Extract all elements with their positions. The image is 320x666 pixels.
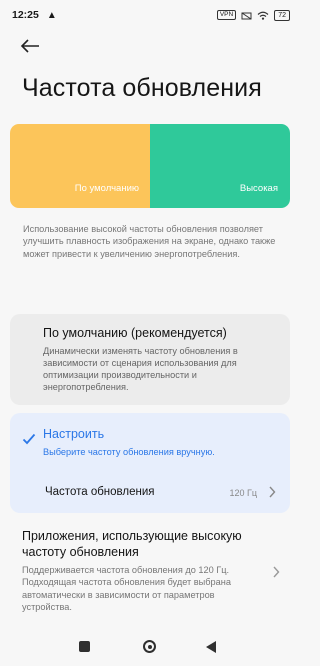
option-custom-subtitle: Выберите частоту обновления вручную. bbox=[43, 447, 215, 457]
chevron-right-icon bbox=[269, 486, 276, 498]
preview-high: Высокая bbox=[150, 124, 290, 208]
preview-high-label: Высокая bbox=[239, 183, 278, 194]
option-default-subtitle: Динамически изменять частоту обновления … bbox=[43, 346, 238, 392]
wifi-icon bbox=[257, 11, 269, 20]
status-bar-right: VPN 72 bbox=[216, 9, 290, 21]
description-text: Использование высокой частоты обновления… bbox=[23, 224, 276, 259]
status-bar: 12:25 ▲ VPN 72 bbox=[0, 0, 300, 30]
refresh-rate-preview: По умолчанию Высокая bbox=[10, 124, 290, 208]
notification-icon: ▲ bbox=[46, 9, 57, 21]
status-bar-left: 12:25 ▲ bbox=[12, 9, 57, 21]
option-custom[interactable]: Настроить Выберите частоту обновления вр… bbox=[10, 413, 290, 513]
back-button[interactable] bbox=[17, 34, 43, 58]
apps-title[interactable]: Приложения, использующие высокую частоту… bbox=[22, 529, 270, 560]
arrow-left-icon bbox=[20, 39, 39, 53]
status-time: 12:25 bbox=[12, 9, 39, 21]
refresh-rate-value: 120 Гц bbox=[229, 488, 257, 498]
option-default-title: По умолчанию (рекомендуется) bbox=[43, 326, 227, 340]
refresh-rate-row[interactable]: Частота обновления 120 Гц bbox=[10, 477, 290, 505]
signal-icon bbox=[241, 12, 252, 19]
option-custom-title: Настроить bbox=[43, 427, 105, 441]
chevron-right-icon[interactable] bbox=[272, 566, 280, 578]
check-icon bbox=[22, 433, 36, 445]
option-default[interactable]: По умолчанию (рекомендуется) Динамически… bbox=[10, 314, 290, 405]
page-title: Частота обновления bbox=[22, 74, 262, 102]
square-icon[interactable] bbox=[79, 641, 90, 652]
preview-default: По умолчанию bbox=[10, 124, 150, 208]
preview-default-label: По умолчанию bbox=[74, 183, 139, 194]
apps-subtitle: Поддерживается частота обновления до 120… bbox=[22, 565, 231, 612]
refresh-rate-label: Частота обновления bbox=[45, 486, 155, 498]
triangle-back-icon[interactable] bbox=[205, 640, 217, 654]
navigation-bar bbox=[0, 630, 300, 666]
circle-icon[interactable] bbox=[143, 640, 156, 653]
vpn-badge: VPN bbox=[216, 10, 237, 20]
battery-icon: 72 bbox=[274, 9, 290, 21]
